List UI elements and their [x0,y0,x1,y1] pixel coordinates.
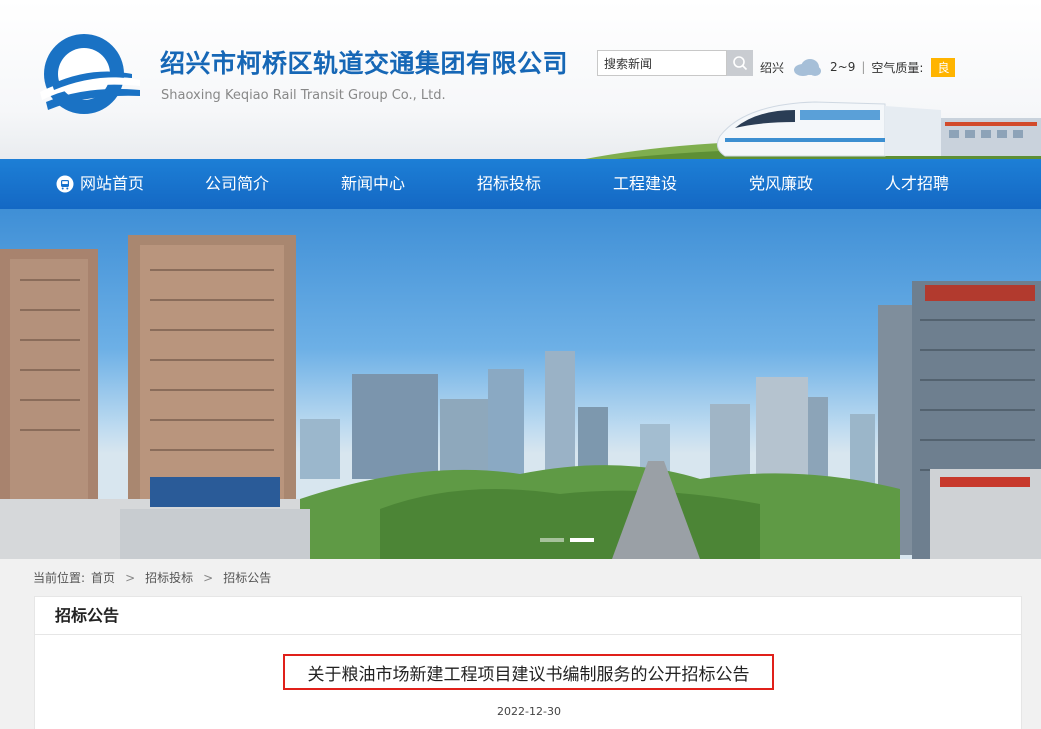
weather-city: 绍兴 [760,60,785,75]
train-illustration [585,101,1041,159]
breadcrumb: 当前位置: 首页 > 招标投标 > 招标公告 [33,569,271,586]
nav-item-home[interactable]: 网站首页 [56,159,144,209]
search-icon [733,56,748,71]
nav-item-news[interactable]: 新闻中心 [341,159,405,209]
breadcrumb-separator: > [203,570,214,585]
panel-heading: 招标公告 [35,597,1021,635]
weather-separator: | [861,60,866,74]
content-panel: 招标公告 关于粮油市场新建工程项目建议书编制服务的公开招标公告 2022-12-… [34,596,1022,729]
slide-indicators [540,538,594,542]
nav-item-construction[interactable]: 工程建设 [613,159,677,209]
slide-dot-1[interactable] [540,538,564,542]
air-quality-badge: 良 [931,57,956,77]
site-header: 绍兴市柯桥区轨道交通集团有限公司 Shaoxing Keqiao Rail Tr… [0,0,1041,159]
breadcrumb-separator: > [125,570,136,585]
site-title: 绍兴市柯桥区轨道交通集团有限公司 [160,49,569,78]
nav-item-careers[interactable]: 人才招聘 [885,159,949,209]
hero-banner[interactable] [0,209,1041,559]
site-subtitle: Shaoxing Keqiao Rail Transit Group Co., … [161,88,446,103]
breadcrumb-announcement[interactable]: 招标公告 [223,569,271,586]
breadcrumb-prefix: 当前位置: [33,571,86,585]
nav-item-party[interactable]: 党风廉政 [749,159,813,209]
search-input[interactable] [597,50,727,76]
nav-item-label: 网站首页 [80,174,145,193]
article-date: 2022-12-30 [497,705,561,718]
breadcrumb-bidding[interactable]: 招标投标 [145,569,193,586]
home-icon [56,175,74,193]
search-button[interactable] [727,50,753,76]
city-skyline-image [0,235,1041,559]
weather-widget: 绍兴 2~9 | 空气质量: 良 [760,57,956,77]
main-nav: 网站首页 公司简介 新闻中心 招标投标 工程建设 党风廉政 人才招聘 [0,159,1041,209]
company-logo-icon[interactable] [32,30,142,118]
nav-item-bidding[interactable]: 招标投标 [477,159,541,209]
nav-item-about[interactable]: 公司简介 [205,159,269,209]
article-title: 关于粮油市场新建工程项目建议书编制服务的公开招标公告 [283,654,774,690]
slide-dot-2[interactable] [570,538,594,542]
breadcrumb-home[interactable]: 首页 [91,569,115,586]
cloud-icon [794,59,822,76]
weather-temperature: 2~9 [830,60,856,74]
air-quality-label: 空气质量: [871,60,924,75]
